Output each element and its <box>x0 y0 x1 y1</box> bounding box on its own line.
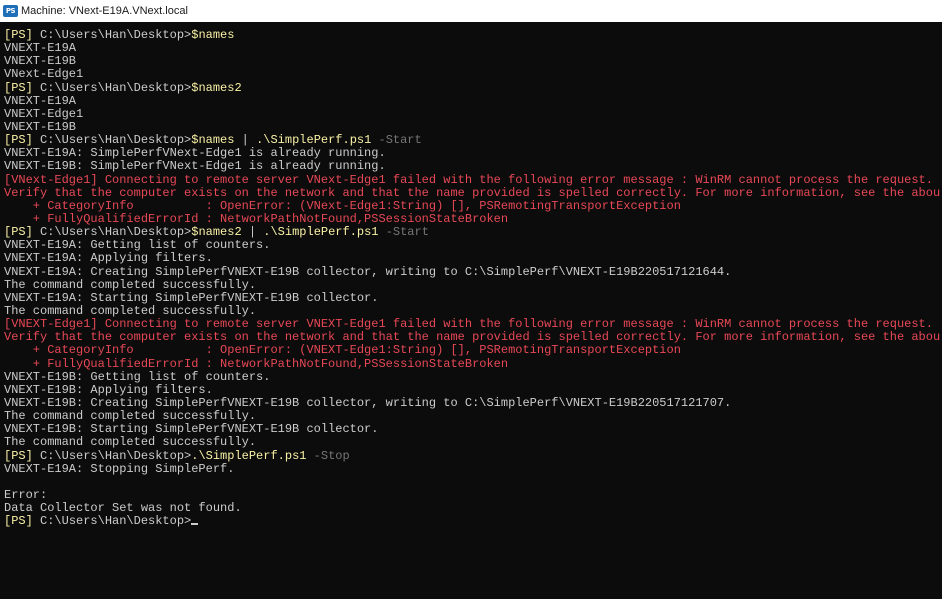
console-text: C:\Users\Han\Desktop> <box>32 29 192 42</box>
console-text: | <box>234 133 257 148</box>
console-text: + FullyQualifiedErrorId : NetworkPathNot… <box>4 356 509 371</box>
console-text: VNEXT-E19A: SimplePerfVNext-Edge1 is alr… <box>4 146 386 161</box>
current-prompt-line: [PS] C:\Users\Han\Desktop> <box>4 515 942 528</box>
console-text: [PS] <box>4 29 33 42</box>
output-line: VNEXT-E19B <box>4 55 942 68</box>
console-text: VNEXT-E19A: Creating SimplePerfVNEXT-E19… <box>4 264 732 279</box>
console-text: $names <box>191 29 235 42</box>
console-text: VNEXT-E19B: SimplePerfVNext-Edge1 is alr… <box>4 159 386 174</box>
console-text: Verify that the computer exists on the n… <box>4 185 941 200</box>
console-output[interactable]: [PS] C:\Users\Han\Desktop>$names VNEXT-E1… <box>4 29 942 599</box>
console-text: -Start <box>371 133 422 148</box>
console-text: Data Collector Set was not found. <box>4 501 242 516</box>
console-text: [PS] <box>4 448 33 463</box>
console-text: VNEXT-E19A <box>4 41 77 56</box>
console-text: VNEXT-E19A: Starting SimplePerfVNEXT-E19… <box>4 290 379 305</box>
console-text: VNEXT-E19A: Getting list of counters. <box>4 238 271 253</box>
console-text: .\SimplePerf.ps1 <box>256 133 372 148</box>
console-text: VNEXT-E19A <box>4 93 77 108</box>
output-line: VNEXT-E19A <box>4 93 942 108</box>
console-text: VNEXT-E19B: Starting SimplePerfVNEXT-E19… <box>4 422 379 437</box>
console-text: VNEXT-Edge1 <box>4 106 84 121</box>
console-text: [PS] <box>4 133 33 148</box>
console-text: + CategoryInfo : OpenError: (VNext-Edge1… <box>4 198 681 213</box>
console-text: Verify that the computer exists on the n… <box>4 330 941 345</box>
console-text: [VNext-Edge1] Connecting to remote serve… <box>4 172 933 187</box>
console-text: C:\Users\Han\Desktop> <box>32 225 192 240</box>
console-text: The command completed successfully. <box>4 435 257 450</box>
console-text: $names2 <box>191 80 242 95</box>
powershell-icon: PS <box>3 5 18 17</box>
console-text: VNEXT-E19B <box>4 119 77 134</box>
console-text: The command completed successfully. <box>4 303 257 318</box>
console-text: $names <box>191 133 235 148</box>
console-text: VNEXT-E19B: Getting list of counters. <box>4 369 271 384</box>
console-text: C:\Users\Han\Desktop> <box>32 448 192 463</box>
console-text: [VNEXT-Edge1] Connecting to remote serve… <box>4 317 933 332</box>
console-text: | <box>241 225 264 240</box>
console-text: .\SimplePerf.ps1 <box>263 225 379 240</box>
console-text: VNEXT-E19B: Applying filters. <box>4 382 213 397</box>
console-window: PS Machine: VNext-E19A.VNext.local [PS] … <box>0 0 942 599</box>
output-line: VNEXT-E19A <box>4 42 942 55</box>
console-text: [PS] <box>4 514 33 529</box>
console-text: -Stop <box>306 448 350 463</box>
output-line: VNEXT-Edge1 <box>4 106 942 121</box>
console-text: The command completed successfully. <box>4 277 257 292</box>
output-line: VNEXT-E19A: Stopping SimplePerf. <box>4 461 942 476</box>
console-text: C:\Users\Han\Desktop> <box>32 133 192 148</box>
console-text: VNEXT-E19A: Applying filters. <box>4 251 213 266</box>
console-text: + FullyQualifiedErrorId : NetworkPathNot… <box>4 211 509 226</box>
console-text: VNEXT-E19B <box>4 54 77 69</box>
console-text: $names2 <box>191 225 242 240</box>
console-text: .\SimplePerf.ps1 <box>191 448 307 463</box>
console-text: [PS] <box>4 80 33 95</box>
title-bar[interactable]: PS Machine: VNext-E19A.VNext.local <box>0 0 942 22</box>
console-text: VNEXT-E19A: Stopping SimplePerf. <box>4 461 235 476</box>
console-text: Error: <box>4 487 48 502</box>
prompt-line: [PS] C:\Users\Han\Desktop>$names2 <box>4 80 942 95</box>
console-text: [PS] <box>4 225 33 240</box>
console-text: C:\Users\Han\Desktop> <box>32 514 192 529</box>
console-text: + CategoryInfo : OpenError: (VNEXT-Edge1… <box>4 343 681 358</box>
text-cursor <box>191 523 199 526</box>
window-title: Machine: VNext-E19A.VNext.local <box>21 5 188 17</box>
console-text: -Start <box>378 225 429 240</box>
console-text: C:\Users\Han\Desktop> <box>32 80 192 95</box>
console-text: VNext-Edge1 <box>4 67 84 82</box>
console-text: The command completed successfully. <box>4 409 257 424</box>
console-text: VNEXT-E19B: Creating SimplePerfVNEXT-E19… <box>4 395 732 410</box>
prompt-line: [PS] C:\Users\Han\Desktop>$names <box>4 29 942 42</box>
